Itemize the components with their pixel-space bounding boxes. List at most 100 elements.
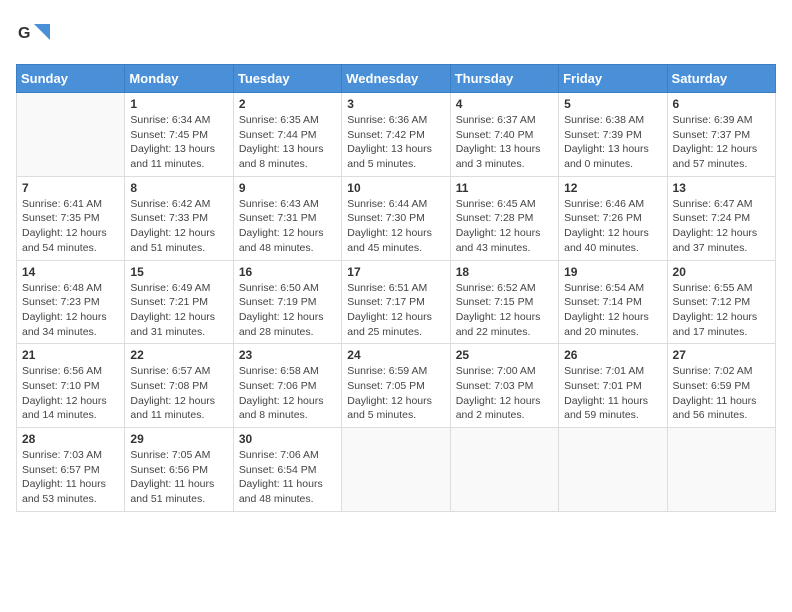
- day-info: Sunrise: 7:05 AMSunset: 6:56 PMDaylight:…: [130, 448, 227, 507]
- day-info: Sunrise: 7:00 AMSunset: 7:03 PMDaylight:…: [456, 364, 553, 423]
- day-number: 29: [130, 432, 227, 446]
- day-info: Sunrise: 7:06 AMSunset: 6:54 PMDaylight:…: [239, 448, 336, 507]
- day-number: 7: [22, 181, 119, 195]
- day-number: 24: [347, 348, 444, 362]
- calendar-cell: 23 Sunrise: 6:58 AMSunset: 7:06 PMDayligh…: [233, 344, 341, 428]
- day-info: Sunrise: 6:50 AMSunset: 7:19 PMDaylight:…: [239, 281, 336, 340]
- header-tuesday: Tuesday: [233, 65, 341, 93]
- calendar-cell: 10 Sunrise: 6:44 AMSunset: 7:30 PMDayligh…: [342, 176, 450, 260]
- day-info: Sunrise: 6:51 AMSunset: 7:17 PMDaylight:…: [347, 281, 444, 340]
- day-info: Sunrise: 6:55 AMSunset: 7:12 PMDaylight:…: [673, 281, 770, 340]
- day-info: Sunrise: 7:01 AMSunset: 7:01 PMDaylight:…: [564, 364, 661, 423]
- calendar-cell: 2 Sunrise: 6:35 AMSunset: 7:44 PMDaylight…: [233, 93, 341, 177]
- day-info: Sunrise: 6:44 AMSunset: 7:30 PMDaylight:…: [347, 197, 444, 256]
- header-monday: Monday: [125, 65, 233, 93]
- day-info: Sunrise: 6:49 AMSunset: 7:21 PMDaylight:…: [130, 281, 227, 340]
- calendar-cell: 11Sunrise: 6:45 AMSunset: 7:28 PMDayligh…: [450, 176, 558, 260]
- calendar-cell: 16 Sunrise: 6:50 AMSunset: 7:19 PMDayligh…: [233, 260, 341, 344]
- header-friday: Friday: [559, 65, 667, 93]
- week-row-3: 14 Sunrise: 6:48 AMSunset: 7:23 PMDayligh…: [17, 260, 776, 344]
- day-number: 20: [673, 265, 770, 279]
- day-number: 22: [130, 348, 227, 362]
- day-number: 1: [130, 97, 227, 111]
- calendar-cell: 6 Sunrise: 6:39 AMSunset: 7:37 PMDaylight…: [667, 93, 775, 177]
- day-number: 15: [130, 265, 227, 279]
- day-number: 14: [22, 265, 119, 279]
- day-number: 18: [456, 265, 553, 279]
- day-info: Sunrise: 6:36 AMSunset: 7:42 PMDaylight:…: [347, 113, 444, 172]
- day-info: Sunrise: 6:48 AMSunset: 7:23 PMDaylight:…: [22, 281, 119, 340]
- week-row-5: 28 Sunrise: 7:03 AMSunset: 6:57 PMDayligh…: [17, 428, 776, 512]
- calendar-cell: 22 Sunrise: 6:57 AMSunset: 7:08 PMDayligh…: [125, 344, 233, 428]
- calendar-cell: 27Sunrise: 7:02 AMSunset: 6:59 PMDayligh…: [667, 344, 775, 428]
- calendar-cell: 28 Sunrise: 7:03 AMSunset: 6:57 PMDayligh…: [17, 428, 125, 512]
- day-info: Sunrise: 6:41 AMSunset: 7:35 PMDaylight:…: [22, 197, 119, 256]
- header-thursday: Thursday: [450, 65, 558, 93]
- calendar-cell: 19 Sunrise: 6:54 AMSunset: 7:14 PMDayligh…: [559, 260, 667, 344]
- day-number: 19: [564, 265, 661, 279]
- day-number: 6: [673, 97, 770, 111]
- calendar-cell: 9 Sunrise: 6:43 AMSunset: 7:31 PMDaylight…: [233, 176, 341, 260]
- calendar-cell: 12 Sunrise: 6:46 AMSunset: 7:26 PMDayligh…: [559, 176, 667, 260]
- logo-icon: G: [16, 16, 52, 52]
- day-number: 23: [239, 348, 336, 362]
- calendar-cell: 14 Sunrise: 6:48 AMSunset: 7:23 PMDayligh…: [17, 260, 125, 344]
- calendar-cell: 30 Sunrise: 7:06 AMSunset: 6:54 PMDayligh…: [233, 428, 341, 512]
- day-number: 12: [564, 181, 661, 195]
- calendar-cell: [342, 428, 450, 512]
- calendar-cell: 8Sunrise: 6:42 AMSunset: 7:33 PMDaylight…: [125, 176, 233, 260]
- header-wednesday: Wednesday: [342, 65, 450, 93]
- day-number: 13: [673, 181, 770, 195]
- calendar-cell: 25 Sunrise: 7:00 AMSunset: 7:03 PMDayligh…: [450, 344, 558, 428]
- day-number: 3: [347, 97, 444, 111]
- day-info: Sunrise: 6:38 AMSunset: 7:39 PMDaylight:…: [564, 113, 661, 172]
- svg-text:G: G: [18, 25, 30, 42]
- logo: G: [16, 16, 54, 52]
- day-number: 25: [456, 348, 553, 362]
- header-saturday: Saturday: [667, 65, 775, 93]
- day-number: 30: [239, 432, 336, 446]
- day-info: Sunrise: 6:47 AMSunset: 7:24 PMDaylight:…: [673, 197, 770, 256]
- day-number: 9: [239, 181, 336, 195]
- day-number: 8: [130, 181, 227, 195]
- calendar-header-row: SundayMondayTuesdayWednesdayThursdayFrid…: [17, 65, 776, 93]
- day-number: 11: [456, 181, 553, 195]
- calendar-cell: 26 Sunrise: 7:01 AMSunset: 7:01 PMDayligh…: [559, 344, 667, 428]
- calendar-cell: 5Sunrise: 6:38 AMSunset: 7:39 PMDaylight…: [559, 93, 667, 177]
- calendar-cell: [559, 428, 667, 512]
- calendar-cell: [667, 428, 775, 512]
- day-info: Sunrise: 6:35 AMSunset: 7:44 PMDaylight:…: [239, 113, 336, 172]
- day-info: Sunrise: 6:54 AMSunset: 7:14 PMDaylight:…: [564, 281, 661, 340]
- header-sunday: Sunday: [17, 65, 125, 93]
- calendar-cell: 29 Sunrise: 7:05 AMSunset: 6:56 PMDayligh…: [125, 428, 233, 512]
- page-header: G: [16, 16, 776, 52]
- day-info: Sunrise: 7:03 AMSunset: 6:57 PMDaylight:…: [22, 448, 119, 507]
- calendar-cell: 4 Sunrise: 6:37 AMSunset: 7:40 PMDaylight…: [450, 93, 558, 177]
- calendar-cell: 15 Sunrise: 6:49 AMSunset: 7:21 PMDayligh…: [125, 260, 233, 344]
- day-info: Sunrise: 6:37 AMSunset: 7:40 PMDaylight:…: [456, 113, 553, 172]
- day-number: 27: [673, 348, 770, 362]
- calendar-cell: 7 Sunrise: 6:41 AMSunset: 7:35 PMDaylight…: [17, 176, 125, 260]
- day-number: 17: [347, 265, 444, 279]
- day-info: Sunrise: 6:46 AMSunset: 7:26 PMDaylight:…: [564, 197, 661, 256]
- day-number: 28: [22, 432, 119, 446]
- week-row-1: 1Sunrise: 6:34 AMSunset: 7:45 PMDaylight…: [17, 93, 776, 177]
- calendar-cell: 3 Sunrise: 6:36 AMSunset: 7:42 PMDaylight…: [342, 93, 450, 177]
- week-row-4: 21Sunrise: 6:56 AMSunset: 7:10 PMDayligh…: [17, 344, 776, 428]
- day-info: Sunrise: 6:58 AMSunset: 7:06 PMDaylight:…: [239, 364, 336, 423]
- day-info: Sunrise: 6:59 AMSunset: 7:05 PMDaylight:…: [347, 364, 444, 423]
- day-number: 16: [239, 265, 336, 279]
- calendar-cell: 20 Sunrise: 6:55 AMSunset: 7:12 PMDayligh…: [667, 260, 775, 344]
- day-number: 4: [456, 97, 553, 111]
- day-info: Sunrise: 6:39 AMSunset: 7:37 PMDaylight:…: [673, 113, 770, 172]
- day-info: Sunrise: 6:56 AMSunset: 7:10 PMDaylight:…: [22, 364, 119, 423]
- calendar-cell: 17 Sunrise: 6:51 AMSunset: 7:17 PMDayligh…: [342, 260, 450, 344]
- day-info: Sunrise: 6:57 AMSunset: 7:08 PMDaylight:…: [130, 364, 227, 423]
- day-number: 10: [347, 181, 444, 195]
- day-number: 2: [239, 97, 336, 111]
- calendar-cell: 1Sunrise: 6:34 AMSunset: 7:45 PMDaylight…: [125, 93, 233, 177]
- day-info: Sunrise: 6:43 AMSunset: 7:31 PMDaylight:…: [239, 197, 336, 256]
- calendar-cell: 18 Sunrise: 6:52 AMSunset: 7:15 PMDayligh…: [450, 260, 558, 344]
- day-number: 26: [564, 348, 661, 362]
- day-info: Sunrise: 6:52 AMSunset: 7:15 PMDaylight:…: [456, 281, 553, 340]
